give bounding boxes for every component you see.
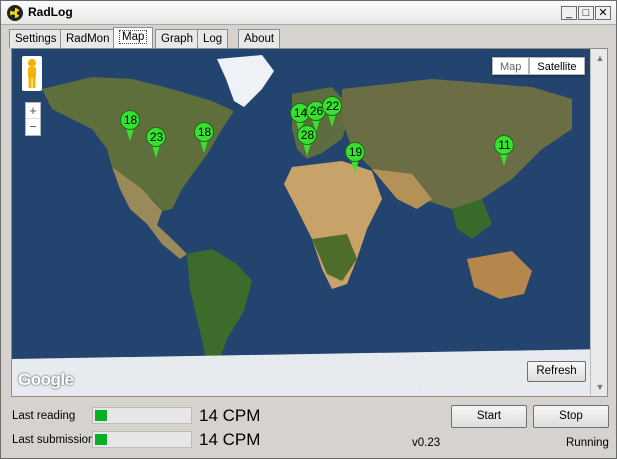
last-reading-progress-fill — [95, 410, 107, 421]
map-type-satellite-button[interactable]: Satellite — [529, 57, 585, 75]
maximize-button[interactable]: □ — [578, 6, 594, 20]
tab-log[interactable]: Log — [197, 29, 229, 48]
map-marker[interactable]: 28 — [297, 125, 319, 163]
stop-button[interactable]: Stop — [533, 405, 609, 428]
radiation-icon — [7, 5, 23, 21]
scroll-down-arrow-icon[interactable]: ▼ — [594, 381, 606, 393]
start-button[interactable]: Start — [451, 405, 527, 428]
map-marker[interactable]: 19 — [345, 142, 367, 180]
zoom-out-button[interactable]: − — [26, 119, 40, 135]
window-title: RadLog — [28, 5, 73, 19]
map-marker[interactable]: 11 — [494, 135, 516, 173]
zoom-in-button[interactable]: + — [26, 103, 40, 119]
version-label: v0.23 — [412, 437, 441, 449]
map-marker[interactable]: 23 — [146, 127, 168, 165]
close-button[interactable]: ✕ — [595, 6, 611, 20]
imagery-attribution: Imagery ©2013 NASA Terms of Use — [418, 384, 570, 395]
map-type-map-button[interactable]: Map — [492, 57, 530, 75]
title-bar[interactable]: RadLog _ □ ✕ — [1, 1, 616, 25]
app-window: RadLog _ □ ✕ Settings RadMon Map Graph L… — [0, 0, 617, 459]
refresh-button[interactable]: Refresh — [527, 361, 586, 382]
map-scrollbar[interactable]: ▲ ▼ — [590, 49, 607, 396]
google-logo: Google — [18, 370, 74, 389]
minimize-button[interactable]: _ — [561, 6, 577, 20]
last-submission-label: Last submission — [12, 434, 95, 446]
last-reading-label: Last reading — [12, 410, 76, 422]
status-label: Running — [566, 437, 609, 449]
last-reading-value: 14 CPM — [199, 406, 261, 425]
map-marker[interactable]: 22 — [322, 96, 344, 134]
terms-of-use-link[interactable]: Terms of Use — [514, 384, 570, 395]
tab-settings[interactable]: Settings — [9, 29, 63, 48]
pegman-icon[interactable] — [22, 56, 42, 91]
scroll-up-arrow-icon[interactable]: ▲ — [594, 52, 606, 64]
last-submission-progress-fill — [95, 434, 107, 445]
map-type-selector: Map Satellite — [492, 57, 585, 75]
tab-about[interactable]: About — [238, 29, 281, 48]
tab-map[interactable]: Map — [113, 27, 154, 48]
tab-radmon[interactable]: RadMon — [60, 29, 116, 48]
last-submission-progress-bar — [92, 431, 192, 448]
tab-graph[interactable]: Graph — [155, 29, 199, 48]
map-marker[interactable]: 18 — [194, 122, 216, 160]
last-submission-value: 14 CPM — [199, 430, 261, 449]
zoom-control: + − — [25, 102, 41, 136]
last-reading-progress-bar — [92, 407, 192, 424]
map-marker[interactable]: 18 — [120, 110, 142, 148]
